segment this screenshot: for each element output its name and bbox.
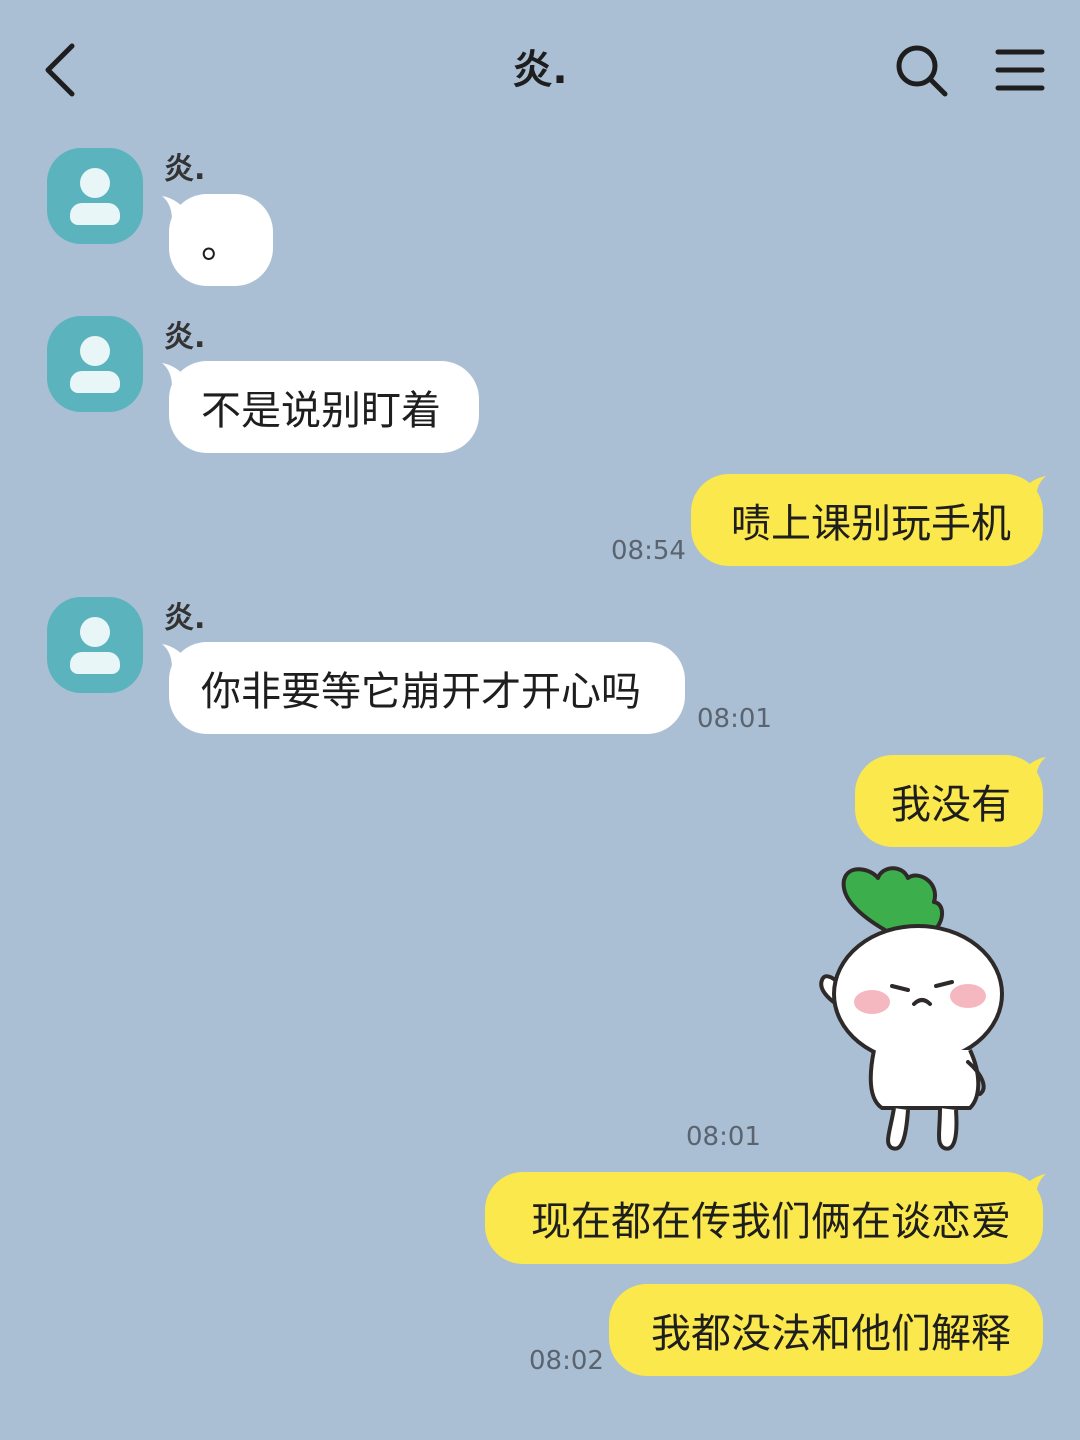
avatar-icon[interactable] [47,597,143,693]
message-time: 08:02 [529,1346,604,1376]
sender-name: 炎. [164,152,206,187]
message-bubble-outgoing[interactable]: 现在都在传我们俩在谈恋爱 [485,1172,1043,1264]
message-time: 08:54 [611,536,686,566]
avatar-icon[interactable] [47,148,143,244]
message-time: 08:01 [686,1122,761,1152]
message-bubble-incoming[interactable]: 你非要等它崩开才开心吗 [169,642,685,734]
message-bubble-incoming[interactable]: 。 [169,194,273,286]
sender-name: 炎. [164,601,206,636]
message-bubble-outgoing[interactable]: 我没有 [855,755,1043,847]
radish-sticker[interactable] [810,862,1020,1162]
message-time: 08:01 [697,704,772,734]
menu-icon[interactable] [994,46,1046,94]
message-bubble-outgoing[interactable]: 啧上课别玩手机 [691,474,1043,566]
message-bubble-incoming[interactable]: 不是说别盯着 [169,361,479,453]
sender-name: 炎. [164,320,206,355]
search-icon[interactable] [893,42,949,98]
avatar-icon[interactable] [47,316,143,412]
message-bubble-outgoing[interactable]: 我都没法和他们解释 [609,1284,1043,1376]
